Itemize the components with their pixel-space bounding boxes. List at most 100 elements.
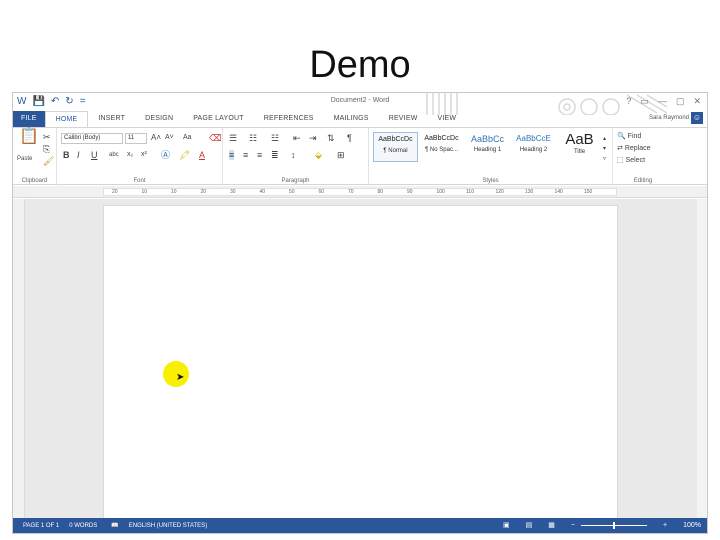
clipboard-group: 📋 Paste ✂ ⎘ 🖌 Clipboard (13, 128, 57, 186)
style-heading-2[interactable]: AaBbCcE Heading 2 (511, 132, 556, 162)
bullets-icon[interactable]: ☰ (229, 133, 237, 143)
font-color-icon[interactable]: A (199, 150, 205, 160)
align-left-icon[interactable]: ≡ (229, 150, 235, 160)
tab-file[interactable]: FILE (13, 111, 45, 127)
paste-icon[interactable]: 📋 (19, 129, 39, 145)
zoom-level[interactable]: 100% (683, 522, 701, 529)
ruler-number: 130 (525, 189, 534, 195)
ruler-number: 20 (112, 189, 118, 195)
style-normal[interactable]: AaBbCcDc ¶ Normal (373, 132, 418, 162)
help-button[interactable]: ? (626, 96, 631, 107)
vertical-scrollbar[interactable] (697, 199, 707, 520)
line-spacing-icon[interactable]: ↕ (291, 150, 296, 160)
clear-formatting-icon[interactable]: ⌫ (209, 133, 222, 143)
user-name[interactable]: Sara Raymond (649, 115, 689, 121)
decrease-indent-icon[interactable]: ⇤ (293, 133, 301, 143)
select-label: Select (625, 157, 646, 164)
slide-title: Demo (309, 44, 411, 86)
language-indicator[interactable]: ENGLISH (UNITED STATES) (129, 523, 207, 529)
zoom-in-button[interactable]: + (663, 522, 667, 529)
print-layout-icon[interactable]: ▤ (526, 521, 533, 529)
ruler-number: 100 (436, 189, 445, 195)
replace-button[interactable]: ⇄ Replace (617, 144, 651, 154)
superscript-icon[interactable]: x² (141, 150, 147, 160)
paste-label[interactable]: Paste (17, 154, 32, 164)
show-marks-icon[interactable]: ¶ (347, 133, 352, 143)
zoom-out-button[interactable]: − (571, 522, 575, 529)
style-no-spacing[interactable]: AaBbCcDc ¶ No Spac... (419, 132, 464, 162)
tab-mailings[interactable]: MAILINGS (324, 111, 379, 127)
numbering-icon[interactable]: ☷ (249, 133, 257, 143)
tab-design[interactable]: DESIGN (135, 111, 183, 127)
tab-page-layout[interactable]: PAGE LAYOUT (183, 111, 254, 127)
tab-insert[interactable]: INSERT (88, 111, 135, 127)
style-normal-name: ¶ Normal (383, 148, 408, 154)
style-heading-1[interactable]: AaBbCc Heading 1 (465, 132, 510, 162)
style-normal-sample: AaBbCcDc (378, 136, 413, 143)
justify-icon[interactable]: ≣ (271, 150, 279, 160)
font-size-select[interactable]: 11 (125, 133, 147, 144)
style-heading-1-sample: AaBbCc (470, 134, 505, 144)
tab-references[interactable]: REFERENCES (254, 111, 324, 127)
zoom-slider[interactable] (581, 521, 647, 529)
close-button[interactable]: ✕ (693, 96, 701, 107)
ruler-number: 10 (171, 189, 177, 195)
maximize-button[interactable]: ▢ (676, 96, 685, 107)
ruler-number: 140 (554, 189, 563, 195)
shading-icon[interactable]: ⬙ (315, 150, 322, 160)
word-count[interactable]: 0 WORDS (69, 523, 97, 529)
subscript-icon[interactable]: x₂ (127, 150, 133, 160)
find-button[interactable]: 🔍 Find (617, 132, 641, 142)
web-layout-icon[interactable]: ▦ (548, 521, 555, 529)
minimize-button[interactable]: — (658, 96, 667, 107)
strikethrough-icon[interactable]: abc (109, 150, 119, 160)
align-center-icon[interactable]: ≡ (243, 150, 248, 160)
underline-button[interactable]: U (91, 150, 98, 160)
italic-button[interactable]: I (77, 150, 80, 160)
ruler-number: 20 (200, 189, 207, 195)
bold-button[interactable]: B (63, 150, 70, 160)
ruler-number: 10 (141, 189, 148, 195)
read-mode-icon[interactable]: ▣ (503, 521, 510, 529)
font-family-select[interactable]: Calibri (Body) (61, 133, 123, 144)
page-count[interactable]: PAGE 1 OF 1 (23, 523, 59, 529)
change-case-icon[interactable]: Aa (183, 133, 192, 143)
ruler-number: 40 (259, 189, 266, 195)
ruler-number: 120 (495, 189, 504, 195)
copy-icon[interactable]: ⎘ (43, 144, 50, 154)
replace-label: Replace (624, 145, 651, 152)
word-window: W 💾 ↶ ↻ = Document2 - Word ? ▭ — ▢ ✕ FIL… (12, 92, 708, 534)
ruler-number: 50 (289, 189, 295, 195)
proofing-icon[interactable]: 📖 (111, 522, 118, 529)
styles-scroll-icon[interactable]: ▴ ▾ ▿ (603, 134, 606, 164)
mouse-pointer-icon: ➤ (176, 372, 185, 383)
tab-home[interactable]: HOME (44, 111, 89, 127)
borders-icon[interactable]: ⊞ (337, 150, 345, 160)
format-painter-icon[interactable]: 🖌 (43, 156, 54, 166)
cut-icon[interactable]: ✂ (43, 132, 51, 142)
tab-view[interactable]: VIEW (428, 111, 467, 127)
replace-icon: ⇄ (617, 145, 623, 152)
increase-indent-icon[interactable]: ⇥ (309, 133, 317, 143)
multilevel-list-icon[interactable]: ☳ (271, 133, 279, 143)
ribbon-display-button[interactable]: ▭ (640, 96, 649, 107)
text-effects-icon[interactable]: Ⓐ (161, 150, 170, 160)
sort-icon[interactable]: ⇅ (327, 133, 335, 143)
horizontal-ruler[interactable]: 20 10 10 20 30 40 50 60 70 80 90 100 110 120 130 140 150 (13, 186, 707, 198)
grow-font-icon[interactable]: A˄ (151, 133, 161, 143)
align-right-icon[interactable]: ≡ (257, 150, 262, 160)
ruler-track: 20 10 10 20 30 40 50 60 70 80 90 100 110 120 130 140 150 (103, 188, 617, 196)
vertical-ruler[interactable] (13, 199, 25, 520)
tab-review[interactable]: REVIEW (379, 111, 428, 127)
document-canvas: ➤ (13, 199, 707, 533)
find-label: Find (627, 133, 642, 140)
select-button[interactable]: ⬚ Select (617, 156, 645, 166)
select-icon: ⬚ (617, 157, 624, 164)
shrink-font-icon[interactable]: A˅ (165, 133, 174, 143)
style-title[interactable]: AaB Title (557, 132, 602, 162)
zoom-slider-thumb[interactable] (613, 521, 615, 529)
smiley-feedback-icon[interactable]: ☺ (691, 112, 703, 124)
ribbon-tabs: FILE HOME INSERT DESIGN PAGE LAYOUT REFE… (13, 111, 707, 127)
style-no-spacing-sample: AaBbCcDc (424, 135, 459, 142)
highlight-icon[interactable]: 🖍 (179, 150, 190, 160)
